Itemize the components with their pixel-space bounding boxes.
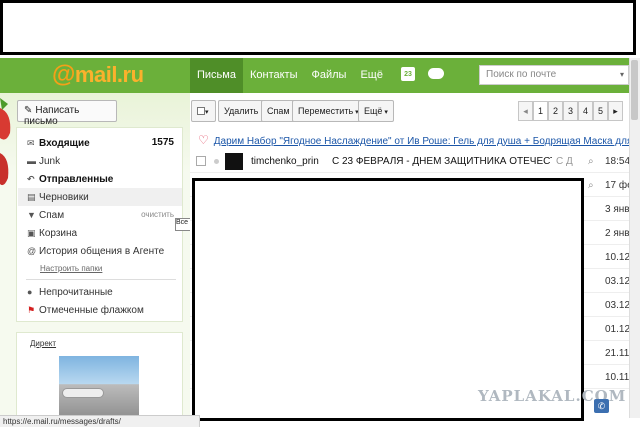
message-date: 10.11. (605, 372, 629, 383)
folder-icon: ▬ (27, 156, 36, 166)
message-date: 2 янв (605, 228, 629, 239)
folder-label: Корзина (39, 228, 78, 239)
folder-junk[interactable]: ▬ Junk (27, 152, 182, 170)
avatar (225, 153, 243, 170)
message-date: 01.12. (605, 324, 629, 335)
search-input[interactable]: Поиск по почте ▾ (479, 65, 629, 85)
clear-spam-link[interactable]: очистить (141, 206, 174, 224)
redaction-box (192, 178, 584, 421)
browser-status-url: https://e.mail.ru/messages/drafts/ (0, 415, 200, 427)
filter-label: Отмеченные флажком (39, 305, 144, 316)
snippet: С Д (556, 156, 573, 167)
page-4[interactable]: 4 (578, 101, 593, 121)
setup-folders-link[interactable]: Настроить папки (40, 264, 102, 273)
folder-agent-history[interactable]: @ История общения в Агенте (27, 242, 182, 260)
filter-label: Непрочитанные (39, 287, 113, 298)
prev-page-button[interactable]: ◂ (518, 101, 533, 121)
message-date: 21.11. (605, 348, 629, 359)
chevron-down-icon[interactable]: ▾ (620, 70, 624, 79)
more-label: Ещё (364, 106, 383, 116)
delete-button[interactable]: Удалить (218, 100, 265, 122)
calendar-icon[interactable]: 23 (401, 67, 415, 81)
phone-icon[interactable]: ✆ (594, 399, 609, 413)
inbox-icon: ✉ (27, 138, 35, 148)
mailru-logo[interactable]: @mail.ru (52, 61, 152, 89)
attachment-icon: ⌕ (588, 156, 594, 167)
subject: С 23 ФЕВРАЛЯ - ДНЕМ ЗАЩИТНИКА ОТЕЧЕСТВА! (332, 156, 552, 167)
page-2[interactable]: 2 (548, 101, 563, 121)
nav-more[interactable]: Ещё (353, 58, 390, 93)
cloud-icon[interactable] (428, 68, 444, 79)
page-3[interactable]: 3 (563, 101, 578, 121)
promo-text: Дарим Набор "Ягодное Наслаждение" от Ив … (213, 136, 629, 147)
move-label: Переместить (298, 106, 354, 116)
nav-files[interactable]: Файлы (304, 58, 353, 93)
sender: timchenko_prin (251, 156, 319, 167)
logo-at: @ (52, 61, 75, 88)
airplane-shape (62, 388, 104, 398)
unread-count: 1575 (151, 137, 174, 148)
folder-label: Черновики (39, 192, 89, 203)
checkbox-icon (197, 107, 205, 115)
chevron-down-icon: ▾ (205, 109, 209, 116)
folder-label: Входящие (39, 138, 90, 149)
folder-label: Отправленные (39, 174, 114, 185)
search-placeholder: Поиск по почте (486, 69, 557, 80)
message-date: 18:54 (605, 156, 629, 167)
nav-mail[interactable]: Письма (190, 58, 243, 93)
redaction-box (0, 0, 636, 55)
filter-flagged[interactable]: ⚑ Отмеченные флажком (27, 301, 182, 319)
trash-icon: ▣ (27, 228, 36, 238)
spam-button[interactable]: Спам (261, 100, 296, 122)
message-date: 3 янв (605, 204, 629, 215)
nav-contacts[interactable]: Контакты (243, 58, 305, 93)
folder-label: Junk (39, 156, 61, 167)
select-all-checkbox[interactable]: ▾ (191, 100, 216, 122)
page-5[interactable]: 5 (593, 101, 608, 121)
flag-icon: ⚑ (27, 305, 36, 315)
folder-inbox[interactable]: ✉ Входящие 1575 (27, 134, 182, 152)
more-actions-button[interactable]: Ещё ▾ (358, 100, 394, 122)
promo-row[interactable]: ♡ Дарим Набор "Ягодное Наслаждение" от Ив… (190, 131, 629, 149)
agent-icon: @ (27, 246, 37, 256)
strawberry-decoration-icon (0, 98, 11, 186)
draft-icon: ▤ (27, 192, 36, 202)
folder-drafts[interactable]: ▤ Черновики (18, 188, 182, 206)
logo-text: mail.ru (74, 62, 144, 87)
divider (26, 279, 176, 280)
folder-trash[interactable]: ▣ Корзина (27, 224, 182, 242)
attachment-icon: ⌕ (588, 180, 594, 191)
folder-list: ✉ Входящие 1575 ▬ Junk ↶ Отправленные ▤ Черно… (16, 127, 183, 322)
thumbs-down-icon: ▼ (27, 210, 36, 220)
pencil-icon: ✎ (24, 105, 33, 116)
chevron-down-icon: ▾ (382, 109, 388, 116)
message-date: 17 фев (605, 180, 629, 191)
ad-image[interactable] (59, 356, 139, 418)
ad-label-link[interactable]: Директ (30, 339, 56, 348)
folder-label: История общения в Агенте (39, 246, 165, 257)
message-date: 10.12. (605, 252, 629, 263)
filter-unread[interactable]: ● Непрочитанные (27, 283, 182, 301)
folder-label: Спам (39, 210, 65, 221)
message-date: 03.12. (605, 276, 629, 287)
dot-icon: ● (27, 287, 33, 297)
row-checkbox[interactable] (196, 156, 206, 166)
next-page-button[interactable]: ▸ (608, 101, 623, 121)
read-status-dot-icon[interactable] (214, 159, 219, 164)
heart-icon: ♡ (198, 133, 209, 147)
main-nav: Письма Контакты Файлы Ещё (190, 58, 390, 93)
move-button[interactable]: Переместить ▾ (292, 100, 365, 122)
folder-spam[interactable]: ▼ Спам очистить (27, 206, 182, 224)
message-date: 03.12. (605, 300, 629, 311)
page-1[interactable]: 1 (533, 101, 548, 121)
sent-arrow-icon: ↶ (27, 174, 35, 184)
message-row[interactable]: timchenko_prin С 23 ФЕВРАЛЯ - ДНЕМ ЗАЩИТ… (190, 150, 629, 173)
scrollbar-thumb[interactable] (631, 60, 638, 120)
folder-sent[interactable]: ↶ Отправленные (27, 170, 182, 188)
compose-button[interactable]: ✎ Написать письмо (17, 100, 117, 127)
